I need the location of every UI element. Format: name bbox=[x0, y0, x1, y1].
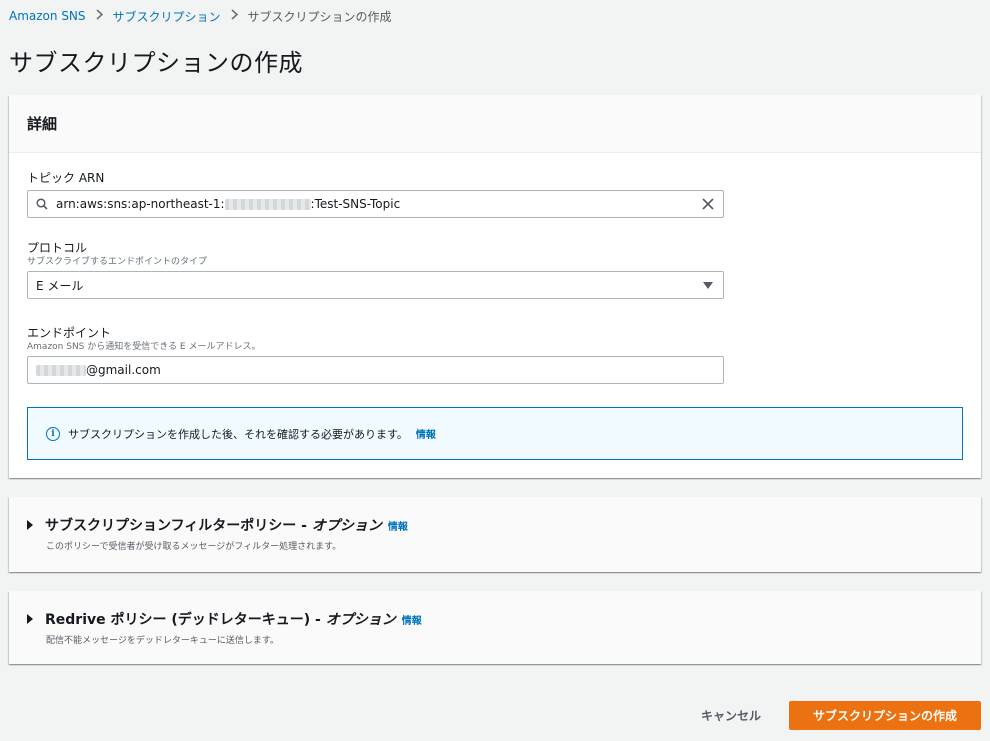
details-panel: 詳細 トピック ARN arn:aws:sns:ap-northeast-1: … bbox=[9, 95, 981, 478]
endpoint-field: エンドポイント Amazon SNS から通知を受信できる E メールアドレス。… bbox=[27, 325, 724, 384]
breadcrumb: Amazon SNS サブスクリプション サブスクリプションの作成 bbox=[9, 7, 392, 25]
caret-down-icon bbox=[703, 282, 713, 289]
endpoint-input[interactable]: @gmail.com bbox=[27, 356, 724, 384]
protocol-selected-value: E メール bbox=[36, 278, 84, 293]
filter-policy-header[interactable]: サブスクリプションフィルターポリシー - オプション 情報 bbox=[27, 515, 408, 535]
protocol-label: プロトコル bbox=[27, 241, 88, 255]
topic-arn-label: トピック ARN bbox=[27, 171, 105, 185]
caret-right-icon bbox=[27, 520, 33, 530]
redrive-policy-description: 配信不能メッセージをデッドレターキューに送信します。 bbox=[46, 636, 279, 646]
info-icon: i bbox=[46, 426, 60, 441]
redacted-account-id bbox=[224, 198, 311, 210]
page-title: サブスクリプションの作成 bbox=[9, 49, 303, 77]
protocol-select[interactable]: E メール bbox=[27, 271, 724, 299]
cancel-button[interactable]: キャンセル bbox=[686, 701, 776, 729]
topic-arn-input[interactable]: arn:aws:sns:ap-northeast-1: :Test-SNS-To… bbox=[27, 190, 724, 218]
create-subscription-button[interactable]: サブスクリプションの作成 bbox=[789, 701, 981, 730]
info-alert-message: サブスクリプションを作成した後、それを確認する必要があります。 bbox=[68, 427, 408, 441]
chevron-right-icon bbox=[95, 9, 103, 23]
breadcrumb-link-sns[interactable]: Amazon SNS bbox=[9, 9, 86, 23]
protocol-description: サブスクライブするエンドポイントのタイプ bbox=[27, 257, 208, 267]
filter-policy-info-link[interactable]: 情報 bbox=[388, 518, 408, 533]
info-link[interactable]: 情報 bbox=[416, 426, 436, 441]
redrive-policy-optional: オプション bbox=[325, 612, 396, 628]
topic-arn-suffix: :Test-SNS-Topic bbox=[310, 197, 401, 211]
search-icon bbox=[28, 198, 56, 210]
redacted-email-user bbox=[36, 364, 86, 376]
close-icon[interactable] bbox=[701, 197, 715, 211]
redrive-policy-title-text: Redrive ポリシー (デッドレターキュー) - bbox=[45, 612, 326, 628]
endpoint-label: エンドポイント bbox=[27, 326, 112, 340]
caret-right-icon bbox=[27, 614, 33, 624]
protocol-field: プロトコル サブスクライブするエンドポイントのタイプ E メール bbox=[27, 240, 724, 299]
filter-policy-title: サブスクリプションフィルターポリシー - オプション bbox=[45, 515, 382, 535]
filter-policy-optional: オプション bbox=[311, 518, 382, 534]
filter-policy-description: このポリシーで受信者が受け取るメッセージがフィルター処理されます。 bbox=[46, 542, 342, 552]
endpoint-value-suffix: @gmail.com bbox=[86, 363, 161, 377]
redrive-policy-info-link[interactable]: 情報 bbox=[402, 612, 422, 627]
filter-policy-title-text: サブスクリプションフィルターポリシー - bbox=[45, 518, 312, 534]
topic-arn-prefix: arn:aws:sns:ap-northeast-1: bbox=[56, 197, 225, 211]
redrive-policy-panel[interactable]: Redrive ポリシー (デッドレターキュー) - オプション 情報 配信不能… bbox=[9, 591, 981, 664]
endpoint-description: Amazon SNS から通知を受信できる E メールアドレス。 bbox=[27, 342, 261, 352]
details-panel-header: 詳細 bbox=[9, 95, 981, 153]
redrive-policy-title: Redrive ポリシー (デッドレターキュー) - オプション bbox=[45, 609, 396, 629]
filter-policy-panel[interactable]: サブスクリプションフィルターポリシー - オプション 情報 このポリシーで受信者… bbox=[9, 497, 981, 572]
details-heading: 詳細 bbox=[27, 115, 58, 133]
info-alert: i サブスクリプションを作成した後、それを確認する必要があります。 情報 bbox=[27, 407, 963, 460]
redrive-policy-header[interactable]: Redrive ポリシー (デッドレターキュー) - オプション 情報 bbox=[27, 609, 422, 629]
topic-arn-field: トピック ARN arn:aws:sns:ap-northeast-1: :Te… bbox=[27, 170, 724, 218]
breadcrumb-current: サブスクリプションの作成 bbox=[247, 9, 392, 24]
breadcrumb-link-subscriptions[interactable]: サブスクリプション bbox=[113, 8, 221, 25]
chevron-right-icon bbox=[231, 9, 238, 23]
